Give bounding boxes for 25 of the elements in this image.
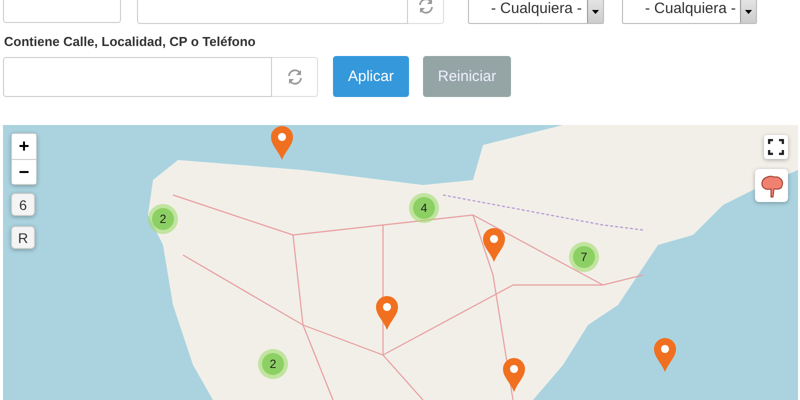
refresh-icon	[416, 0, 434, 15]
map-cluster[interactable]: 4	[409, 193, 439, 223]
reset-view-button[interactable]: R	[11, 226, 35, 249]
map-cluster[interactable]: 2	[258, 349, 288, 379]
fullscreen-button[interactable]	[764, 135, 788, 159]
map-pin-icon[interactable]	[375, 296, 399, 330]
map-pin-icon[interactable]	[653, 338, 677, 372]
dropdown[interactable]: - Cualquiera -	[468, 0, 604, 24]
map-pin-icon[interactable]	[502, 358, 526, 392]
refresh-button[interactable]	[272, 56, 318, 96]
map-cluster[interactable]: 2	[148, 204, 178, 234]
refresh-icon	[286, 68, 304, 86]
dropdown-arrow-icon	[592, 10, 599, 14]
zoom-in-button[interactable]: +	[12, 134, 36, 159]
map-pin-icon[interactable]	[482, 228, 506, 262]
map-pin-icon[interactable]	[270, 126, 294, 160]
zoom-level-button[interactable]: 6	[11, 193, 35, 216]
map-cluster[interactable]: 7	[569, 242, 599, 272]
dropdown-arrow-icon	[745, 10, 752, 14]
fullscreen-icon	[768, 139, 784, 155]
field-label: Contiene Calle, Localidad, CP o Teléfono	[4, 34, 257, 51]
search-field[interactable]	[3, 56, 272, 96]
zoom-out-button[interactable]: −	[12, 159, 36, 184]
layers-button[interactable]	[755, 169, 788, 202]
dropdown[interactable]: - Cualquiera -	[622, 0, 757, 24]
